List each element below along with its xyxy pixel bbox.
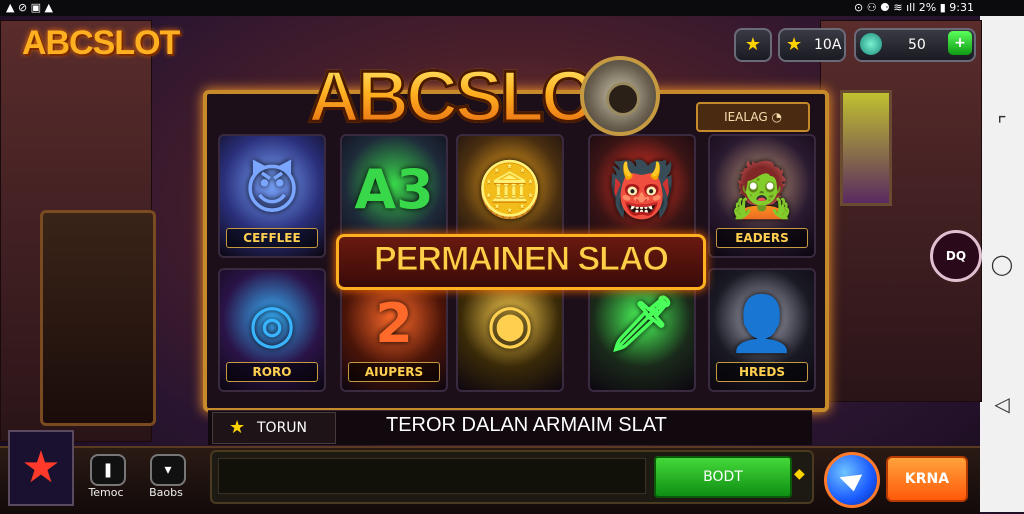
temoc-icon[interactable]: ❚ bbox=[90, 454, 126, 486]
shield-emblem-icon bbox=[580, 56, 660, 136]
coin-balance-chip: 50 + bbox=[854, 28, 976, 62]
center-banner: PERMAINEN SLAO bbox=[336, 234, 706, 290]
recent-apps-icon[interactable]: ⌜ bbox=[990, 112, 1014, 136]
star-icon[interactable]: ★ bbox=[734, 28, 772, 62]
arcade-cabinet bbox=[40, 210, 156, 426]
star-balance-chip[interactable]: ★ 10A bbox=[778, 28, 846, 62]
info-message: TEROR DALAN ARMAIM SLAT bbox=[386, 414, 667, 436]
banner-text: PERMAINEN SLAO bbox=[374, 240, 670, 279]
tile-label: EADERS bbox=[716, 228, 808, 248]
coin-balance-value: 50 bbox=[908, 37, 926, 53]
top-right-tag[interactable]: IEALAG ◔ bbox=[696, 102, 810, 132]
reel-tile: 👤 HREDS bbox=[708, 268, 816, 392]
reel-tile: 🧟 EADERS bbox=[708, 134, 816, 258]
tile-label: HREDS bbox=[716, 362, 808, 382]
star-balance-value: 10A bbox=[814, 37, 842, 53]
add-coins-button[interactable]: + bbox=[948, 31, 972, 55]
tile-symbol: 👤 bbox=[728, 292, 796, 355]
tile-symbol: 😈 bbox=[243, 158, 301, 221]
telegram-icon[interactable] bbox=[824, 452, 880, 508]
status-bar: ▲ ⊘ ▣ ▲ ⊙ ⚇ ⚈ ≋ ıll 2% ▮ 9:31 bbox=[0, 0, 1024, 16]
tile-label: AIUPERS bbox=[348, 362, 440, 382]
action-button[interactable]: KRNA bbox=[886, 456, 968, 502]
status-right-text: ⊙ ⚇ ⚈ ≋ ıll 2% ▮ 9:31 bbox=[853, 1, 974, 14]
star-icon: ★ bbox=[229, 417, 246, 438]
app-logo[interactable]: ABCSLOT bbox=[22, 24, 180, 63]
tile-label: CEFFLEE bbox=[226, 228, 318, 248]
status-left-icons: ▲ ⊘ ▣ ▲ bbox=[6, 1, 54, 14]
reel-tile: ◎ RORO bbox=[218, 268, 326, 392]
spin-button[interactable]: BODT bbox=[654, 456, 792, 498]
home-icon[interactable]: ◯ bbox=[990, 252, 1014, 276]
back-icon[interactable]: ◁ bbox=[990, 392, 1014, 416]
info-tab[interactable]: ★ TORUN bbox=[212, 412, 336, 444]
temoc-label: Temoc bbox=[88, 486, 124, 499]
tile-symbol: 🧟 bbox=[728, 158, 796, 221]
baobs-label: Baobs bbox=[149, 486, 183, 499]
info-tab-label: TORUN bbox=[257, 420, 308, 436]
tile-symbol: 🗡 bbox=[607, 292, 677, 355]
background-tower-right bbox=[820, 20, 982, 402]
chat-bubble-button[interactable]: DQ bbox=[930, 230, 982, 282]
tile-symbol: ◉ bbox=[486, 292, 534, 355]
star-icon: ★ bbox=[786, 34, 803, 55]
tile-symbol: ◎ bbox=[248, 292, 296, 355]
tile-symbol: 2 bbox=[375, 292, 413, 355]
baobs-icon[interactable]: ▾ bbox=[150, 454, 186, 486]
reel-tile: 😈 CEFFLEE bbox=[218, 134, 326, 258]
tile-symbol: 🪙 bbox=[476, 158, 544, 221]
favorite-star-button[interactable]: ★ bbox=[8, 430, 74, 506]
coin-icon bbox=[860, 33, 882, 55]
window-lights bbox=[840, 90, 892, 206]
tile-symbol: A3 bbox=[354, 158, 434, 221]
tile-symbol: 👹 bbox=[608, 158, 676, 221]
diamond-icon: ◆ bbox=[794, 466, 805, 482]
tile-label: RORO bbox=[226, 362, 318, 382]
bet-input[interactable] bbox=[218, 458, 646, 494]
system-nav-bar: ⌜ ◯ ◁ bbox=[980, 16, 1024, 512]
